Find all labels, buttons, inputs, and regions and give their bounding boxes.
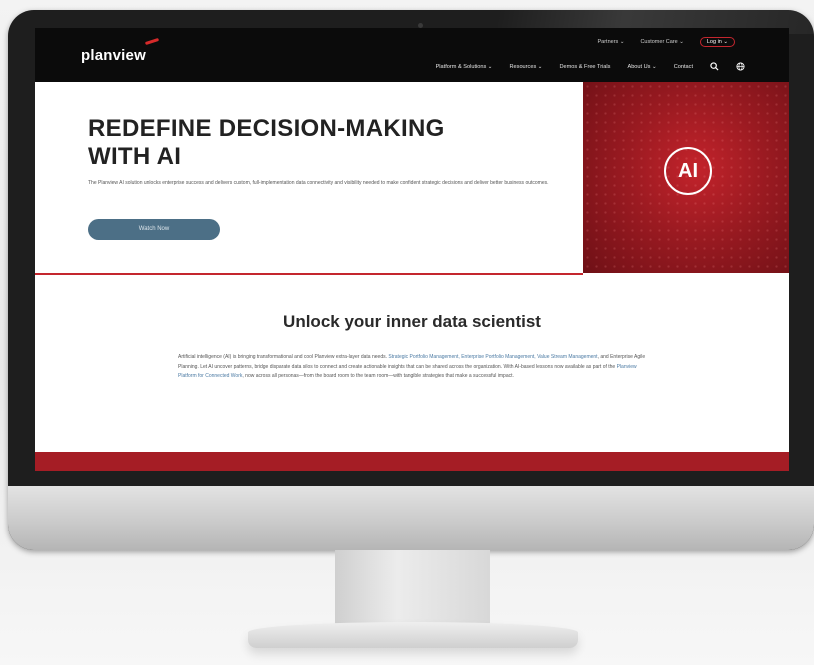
nav-resources[interactable]: Resources ⌄	[510, 64, 543, 70]
main-nav: Platform & Solutions ⌄ Resources ⌄ Demos…	[436, 62, 745, 71]
login-button[interactable]: Log in ⌄	[699, 37, 735, 47]
section-description: Artificial intelligence (AI) is bringing…	[178, 353, 648, 382]
monitor-stand-base	[248, 622, 578, 648]
logo-text: planview	[81, 47, 146, 64]
nav-partners[interactable]: Partners ⌄	[598, 39, 625, 45]
monitor-stand-neck	[335, 550, 490, 625]
ai-badge-icon: AI	[664, 147, 712, 195]
section-title: Unlock your inner data scientist	[283, 312, 541, 331]
monitor-screen: planview Partners ⌄ Customer Care ⌄ Log …	[35, 28, 789, 471]
nav-platform-solutions[interactable]: Platform & Solutions ⌄	[436, 64, 493, 70]
site-header: planview Partners ⌄ Customer Care ⌄ Log …	[35, 28, 789, 82]
monitor-chin	[8, 486, 814, 550]
logo-swoosh-icon	[144, 37, 160, 46]
hero-ai-graphic: AI	[583, 82, 789, 273]
hero-description: The Planview AI solution unlocks enterpr…	[88, 180, 549, 186]
watch-now-button[interactable]: Watch Now	[88, 219, 220, 240]
nav-customer-care[interactable]: Customer Care ⌄	[640, 39, 683, 45]
monitor-bezel: planview Partners ⌄ Customer Care ⌄ Log …	[8, 10, 814, 550]
search-icon[interactable]	[710, 62, 719, 71]
hero-divider	[35, 273, 583, 275]
utility-nav: Partners ⌄ Customer Care ⌄ Log in ⌄	[598, 37, 735, 47]
nav-demos-trials[interactable]: Demos & Free Trials	[559, 64, 610, 70]
body-text-1: Artificial intelligence (AI) is bringing…	[178, 354, 387, 360]
nav-contact[interactable]: Contact	[674, 64, 693, 70]
link-portfolio-management[interactable]: Strategic Portfolio Management, Enterpri…	[388, 354, 597, 360]
planview-logo[interactable]: planview	[81, 37, 160, 64]
footer-band	[35, 452, 789, 471]
body-text-3: , now across all personas—from the board…	[242, 373, 514, 379]
nav-about-us[interactable]: About Us ⌄	[627, 64, 656, 70]
globe-icon[interactable]	[736, 62, 745, 71]
hero-title: REDEFINE DECISION-MAKING WITH AI	[88, 115, 445, 170]
